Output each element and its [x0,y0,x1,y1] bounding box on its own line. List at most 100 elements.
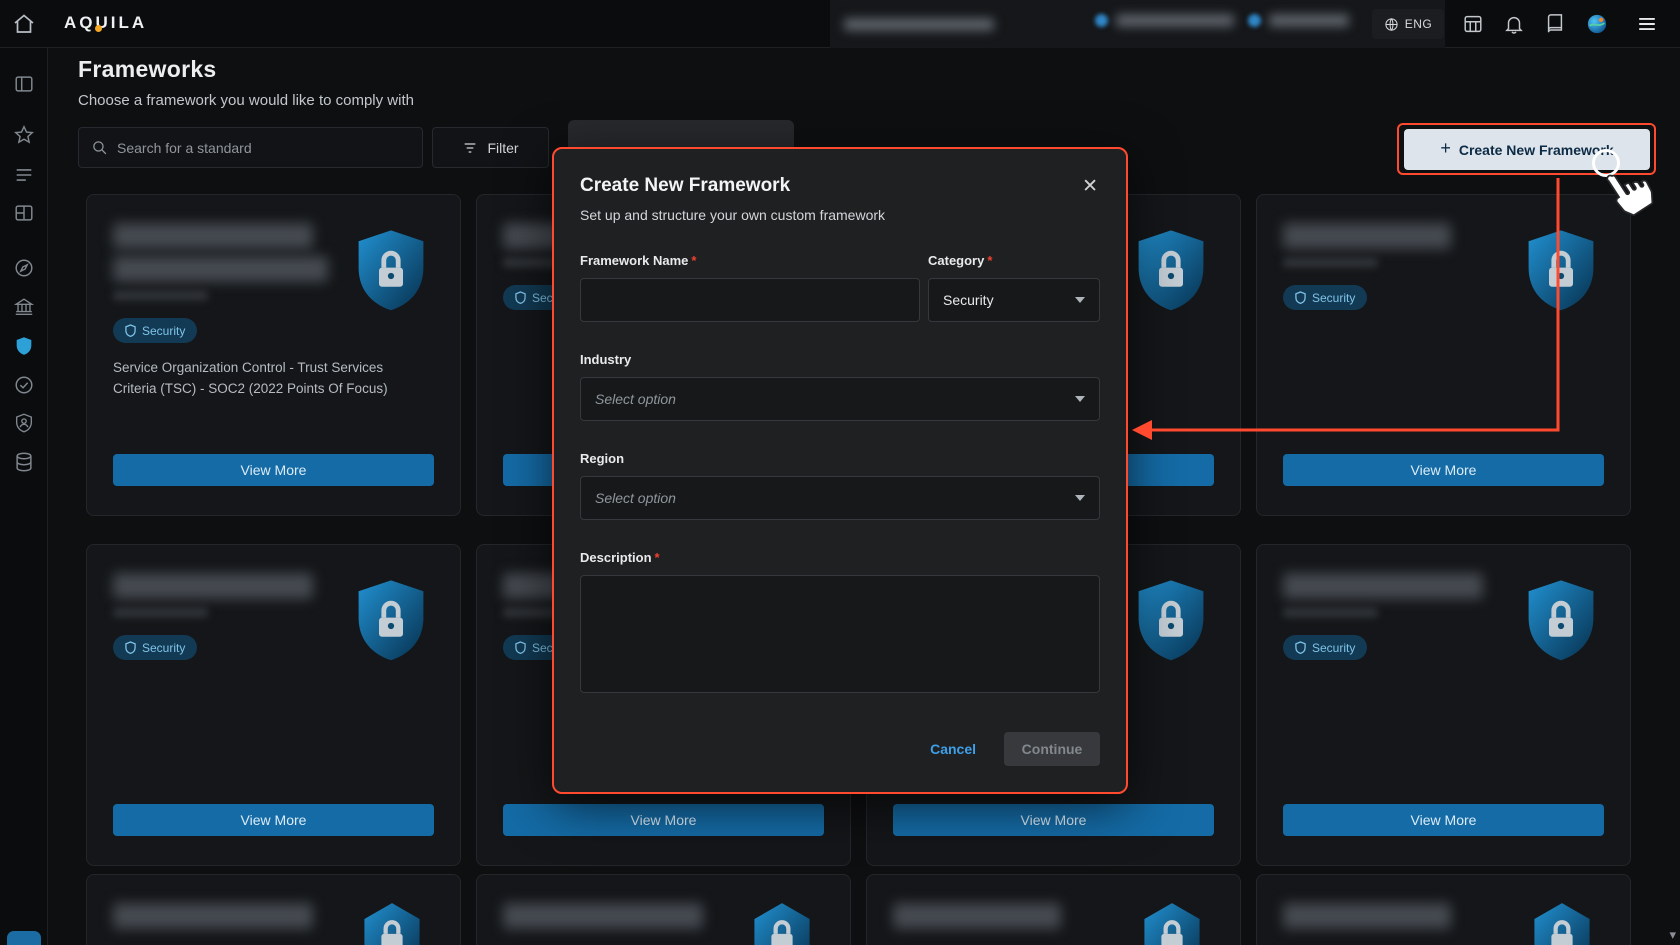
redacted-subtitle [1283,608,1378,617]
docs-book-icon[interactable] [1544,13,1566,35]
view-more-button[interactable]: View More [503,804,824,836]
caret-down-icon [1075,396,1085,402]
filter-icon [462,140,478,156]
redacted-blue-icon [1095,14,1108,27]
framework-card: Security View More [1256,544,1631,866]
redacted-title [113,256,328,282]
view-more-button[interactable]: View More [113,804,434,836]
security-badge: Security [113,635,197,660]
filter-button[interactable]: Filter [432,127,549,168]
badge-shield-icon [1295,291,1306,304]
left-sidebar [0,48,48,945]
language-selector[interactable]: ENG [1372,9,1444,39]
industry-placeholder: Select option [595,391,676,407]
framework-description: Service Organization Control - Trust Ser… [113,358,425,400]
redacted-account-item [1248,14,1349,27]
view-more-button[interactable]: View More [1283,454,1604,486]
sidebar-bottom-button[interactable] [7,931,41,945]
locked-shield-icon [1524,228,1598,312]
industry-select[interactable]: Select option [580,377,1100,421]
badge-label: Security [1312,291,1355,305]
required-marker: * [691,253,696,268]
brand-dot [95,25,102,32]
caret-down-icon [1075,297,1085,303]
redacted-subtitle [113,608,208,617]
dashboard-compass-icon[interactable] [13,257,35,279]
redacted-title [503,903,703,929]
redacted-title [113,903,313,929]
badge-label: Security [142,324,185,338]
framework-name-input[interactable] [580,278,920,322]
layout-columns-icon[interactable] [13,202,35,224]
required-marker: * [987,253,992,268]
redacted-title [893,903,1061,929]
user-shield-icon[interactable] [13,412,35,434]
notifications-bell-icon[interactable] [1503,13,1525,35]
close-icon[interactable]: ✕ [1080,175,1100,198]
redacted-title [1283,223,1451,249]
badge-label: Security [142,641,185,655]
table-grid-icon[interactable] [1462,13,1484,35]
topbar-redacted-panel [830,0,1445,48]
search-icon [91,139,108,156]
framework-card [866,874,1241,945]
create-new-framework-button[interactable]: + Create New Framework [1404,129,1650,170]
security-badge: Security [113,318,197,343]
badge-shield-icon [515,291,526,304]
redacted-title [113,223,313,249]
database-icon[interactable] [13,451,35,473]
hex-shield-icon [1140,901,1204,945]
create-button-label: Create New Framework [1459,142,1614,158]
search-input[interactable] [117,140,410,156]
region-label: Region [580,451,1100,466]
list-menu-icon[interactable] [13,164,35,186]
badge-shield-icon [1295,641,1306,654]
modal-form: Framework Name* Category* Security Indus… [580,253,1100,693]
compliance-check-icon[interactable] [13,374,35,396]
menu-hamburger-icon[interactable] [1636,13,1658,35]
locked-shield-icon [1134,578,1208,662]
view-more-button[interactable]: View More [893,804,1214,836]
region-select[interactable]: Select option [580,476,1100,520]
locked-shield-icon [1524,578,1598,662]
redacted-account-item [1095,14,1234,27]
view-more-button[interactable]: View More [1283,804,1604,836]
home-icon[interactable] [12,12,36,36]
modal-header: Create New Framework ✕ [580,175,1100,198]
badge-shield-icon [515,641,526,654]
redacted-title [113,573,313,599]
world-globe-icon[interactable] [1586,13,1608,35]
language-label: ENG [1405,17,1433,31]
hex-shield-icon [1530,901,1594,945]
brand-logo: AQUILA [64,13,147,33]
redacted-title [1283,903,1451,929]
description-textarea[interactable] [580,575,1100,693]
security-badge: Security [1283,635,1367,660]
security-badge: Security [1283,285,1367,310]
continue-button[interactable]: Continue [1004,732,1100,766]
redacted-subtitle [113,291,208,300]
redacted-blue-icon [1248,14,1261,27]
hex-shield-icon [750,901,814,945]
framework-card: Security View More [86,544,461,866]
caret-down-icon [1075,495,1085,501]
scrollbar-down-arrow[interactable]: ▾ [1669,927,1676,943]
sidebar-panel-icon[interactable] [13,73,35,95]
framework-card [476,874,851,945]
hex-shield-icon [360,901,424,945]
cancel-button[interactable]: Cancel [930,741,976,757]
required-marker: * [655,550,660,565]
framework-card [86,874,461,945]
frameworks-shield-icon[interactable] [13,335,35,357]
filter-label: Filter [487,140,518,156]
redacted-text [844,18,994,31]
organization-bank-icon[interactable] [13,296,35,318]
view-more-button[interactable]: View More [113,454,434,486]
industry-label: Industry [580,352,1100,367]
badge-shield-icon [125,641,136,654]
category-select[interactable]: Security [928,278,1100,322]
locked-shield-icon [354,578,428,662]
locked-shield-icon [1134,228,1208,312]
modal-footer: Cancel Continue [580,732,1100,766]
favorites-star-icon[interactable] [13,124,35,146]
